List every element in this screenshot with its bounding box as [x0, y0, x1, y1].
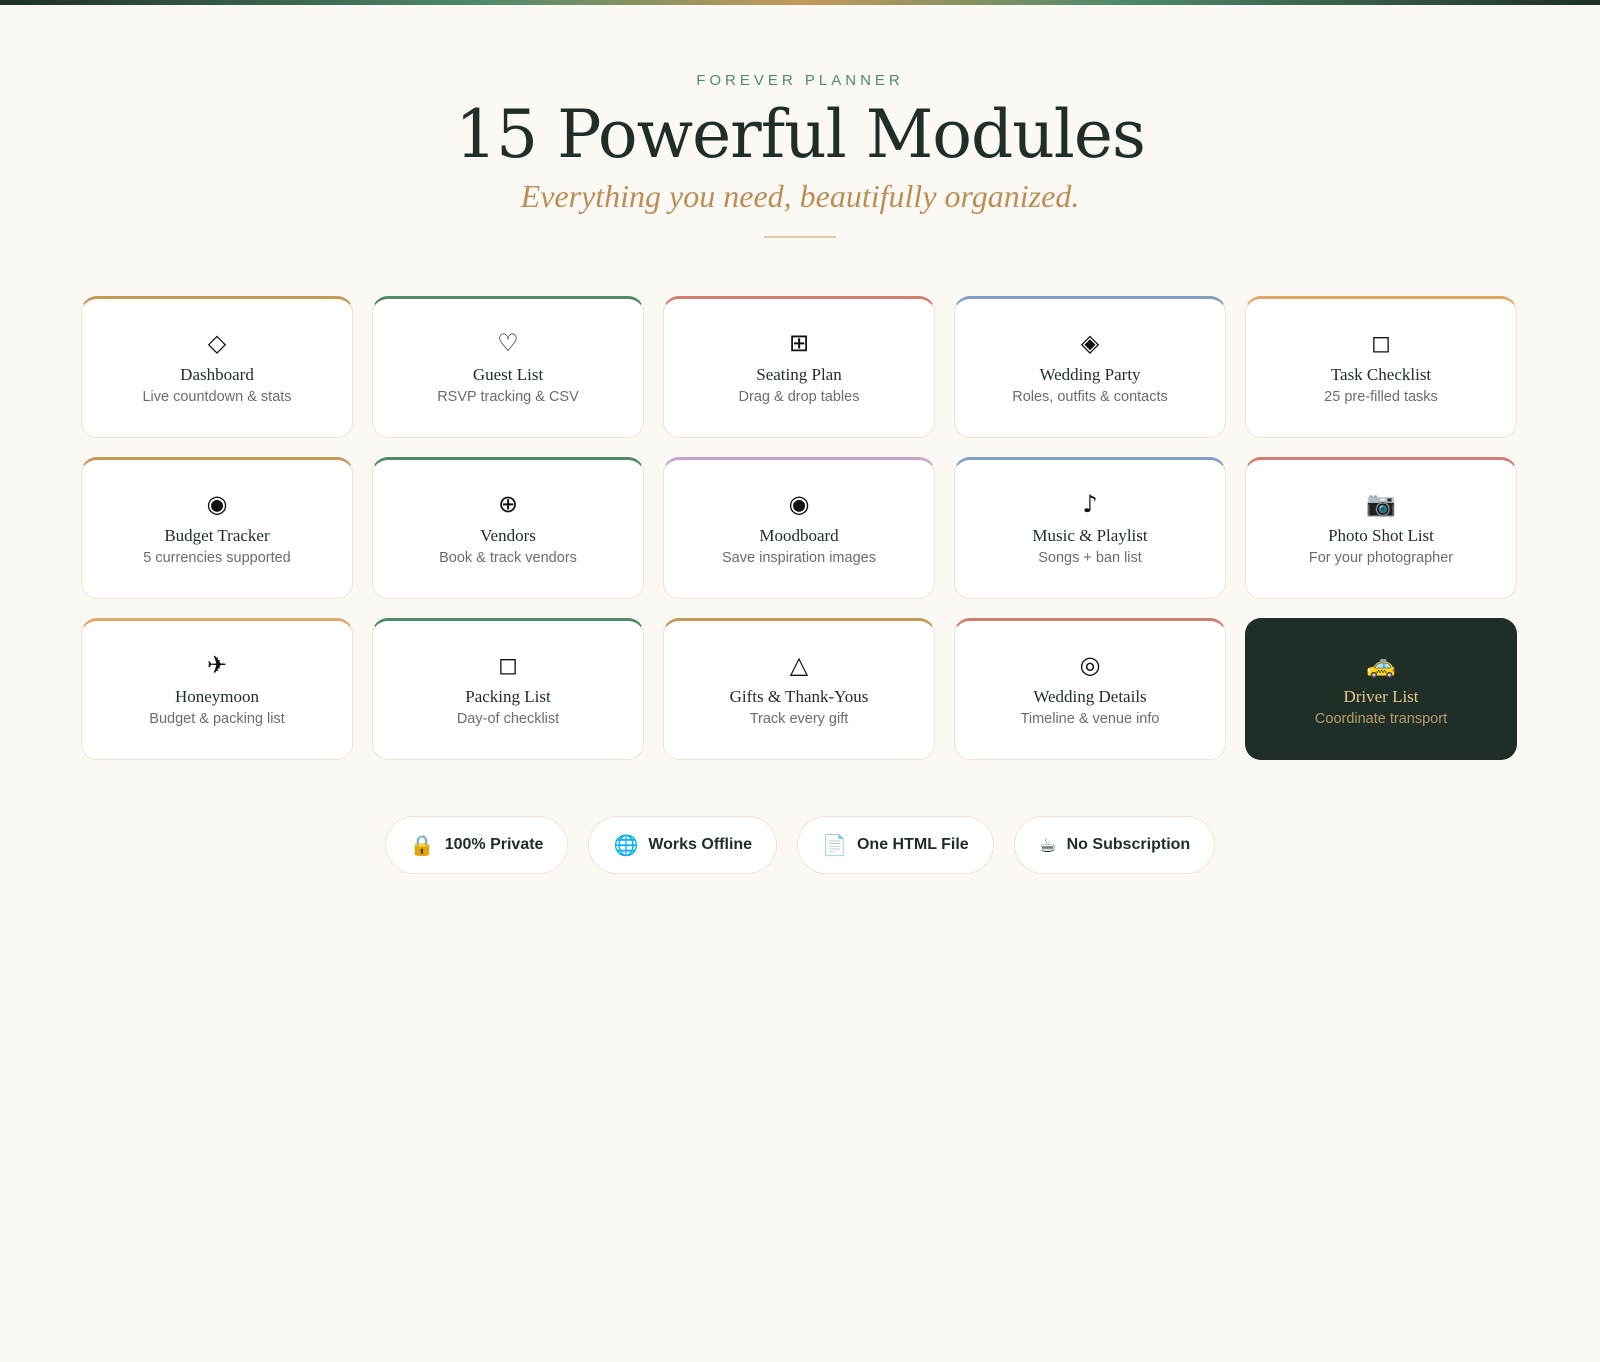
badge-no-subscription: ☕ No Subscription — [1013, 816, 1216, 874]
circle-plus-icon: ⊕ — [497, 490, 519, 518]
heart-outline-icon: ♡ — [497, 329, 519, 357]
module-card-guest-list[interactable]: ♡ Guest List RSVP tracking & CSV — [372, 296, 644, 438]
badge-100-private: 🔒 100% Private — [384, 816, 569, 874]
badge-works-offline: 🌐 Works Offline — [588, 816, 778, 874]
module-description: Book & track vendors — [439, 550, 577, 566]
module-name: Driver List — [1343, 687, 1419, 706]
module-description: For your photographer — [1308, 550, 1454, 566]
target-icon: ◉ — [206, 490, 228, 518]
module-description: Budget & packing list — [149, 711, 285, 727]
module-name: Packing List — [465, 687, 551, 706]
module-card-dashboard[interactable]: ◇ Dashboard Live countdown & stats — [81, 296, 353, 438]
badge-label: 100% Private — [444, 836, 544, 853]
module-name: Gifts & Thank-Yous — [729, 687, 869, 706]
page-title: 15 Powerful Modules — [455, 96, 1146, 173]
module-description: Timeline & venue info — [1020, 711, 1160, 727]
module-name: Task Checklist — [1330, 365, 1432, 384]
module-name: Dashboard — [180, 365, 254, 384]
lock-icon: 🔒 — [409, 833, 435, 857]
diamond-filled-icon: ◈ — [1080, 329, 1100, 357]
module-card-vendors[interactable]: ⊕ Vendors Book & track vendors — [372, 457, 644, 599]
module-card-seating-plan[interactable]: ⊞ Seating Plan Drag & drop tables — [663, 296, 935, 438]
module-card-wedding-party[interactable]: ◈ Wedding Party Roles, outfits & contacts — [954, 296, 1226, 438]
badge-label: One HTML File — [856, 836, 969, 853]
eyebrow-label: FOREVER PLANNER — [696, 72, 904, 89]
taxi-icon: 🚕 — [1366, 651, 1396, 679]
module-name: Seating Plan — [756, 365, 842, 384]
module-card-driver-list[interactable]: 🚕 Driver List Coordinate transport — [1245, 618, 1517, 760]
music-note-icon: ♪ — [1082, 490, 1098, 518]
square-outline-icon: ◻ — [498, 651, 518, 679]
module-description: Roles, outfits & contacts — [1012, 389, 1168, 405]
module-card-gifts-thank-yous[interactable]: △ Gifts & Thank-Yous Track every gift — [663, 618, 935, 760]
top-accent-bar — [0, 0, 1600, 5]
module-card-moodboard[interactable]: ◉ Moodboard Save inspiration images — [663, 457, 935, 599]
badge-label: Works Offline — [648, 836, 753, 853]
module-card-task-checklist[interactable]: ◻ Task Checklist 25 pre-filled tasks — [1245, 296, 1517, 438]
module-name: Wedding Details — [1033, 687, 1147, 706]
target-icon: ◉ — [788, 490, 810, 518]
globe-icon: 🌐 — [613, 833, 639, 857]
module-card-photo-shot-list[interactable]: 📷 Photo Shot List For your photographer — [1245, 457, 1517, 599]
module-card-wedding-details[interactable]: ◎ Wedding Details Timeline & venue info — [954, 618, 1226, 760]
module-description: Songs + ban list — [1038, 550, 1142, 566]
triangle-outline-icon: △ — [789, 651, 809, 679]
module-description: Coordinate transport — [1314, 711, 1448, 727]
module-description: Track every gift — [749, 711, 849, 727]
module-card-packing-list[interactable]: ◻ Packing List Day-of checklist — [372, 618, 644, 760]
module-card-music-playlist[interactable]: ♪ Music & Playlist Songs + ban list — [954, 457, 1226, 599]
module-name: Moodboard — [759, 526, 839, 545]
document-icon: 📄 — [822, 833, 847, 857]
module-description: Live countdown & stats — [142, 389, 292, 405]
module-description: Drag & drop tables — [738, 389, 860, 405]
module-card-honeymoon[interactable]: ✈ Honeymoon Budget & packing list — [81, 618, 353, 760]
square-outline-icon: ◻ — [1371, 329, 1391, 357]
module-description: 25 pre-filled tasks — [1324, 389, 1438, 405]
module-name: Honeymoon — [174, 687, 260, 706]
module-name: Photo Shot List — [1328, 526, 1434, 545]
camera-icon: 📷 — [1366, 490, 1396, 518]
badge-one-html-file: 📄 One HTML File — [797, 816, 994, 874]
module-name: Guest List — [472, 365, 544, 384]
module-name: Vendors — [480, 526, 536, 545]
coffee-icon: ☕ — [1038, 833, 1057, 857]
module-description: Day-of checklist — [456, 711, 560, 727]
module-card-budget-tracker[interactable]: ◉ Budget Tracker 5 currencies supported — [81, 457, 353, 599]
page-subtitle: Everything you need, beautifully organiz… — [520, 178, 1080, 214]
airplane-icon: ✈ — [206, 651, 228, 679]
module-description: 5 currencies supported — [143, 550, 291, 566]
double-circle-icon: ◎ — [1079, 651, 1101, 679]
module-name: Music & Playlist — [1032, 526, 1148, 545]
modules-grid: ◇ Dashboard Live countdown & stats ♡ Guest L… — [81, 296, 1519, 760]
module-description: RSVP tracking & CSV — [437, 389, 579, 405]
divider — [764, 236, 836, 238]
module-name: Budget Tracker — [164, 526, 270, 545]
feature-badges: 🔒 100% Private 🌐 Works Offline 📄 One HTML Fil… — [0, 816, 1600, 874]
diamond-outline-icon: ◇ — [207, 329, 227, 357]
module-description: Save inspiration images — [722, 550, 876, 566]
module-name: Wedding Party — [1039, 365, 1141, 384]
grid-icon: ⊞ — [788, 329, 810, 357]
badge-label: No Subscription — [1066, 836, 1191, 853]
